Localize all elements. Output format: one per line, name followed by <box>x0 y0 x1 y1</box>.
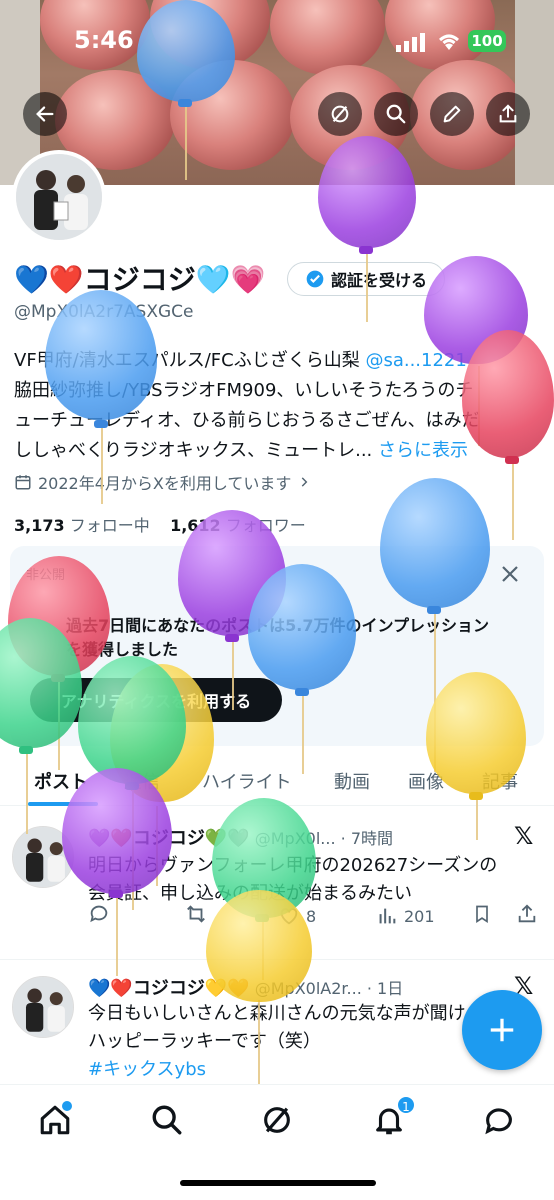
bio-line: 脇田紗弥推し/YBSラジオFM909、いしいそうたろうのチ <box>14 380 474 401</box>
analytics-card: 非公開 過去7日間にあなたのポストは5.7万件のインプレッション を獲得しました… <box>10 546 544 746</box>
wifi-icon <box>436 30 462 56</box>
tab-articles[interactable]: 記事 <box>482 768 518 794</box>
tweet-author-name[interactable]: 💜❤️コジコジ💚🩶 <box>88 828 250 849</box>
views-button[interactable]: 201 <box>376 905 435 927</box>
tweet-header: 💜❤️コジコジ💚🩶 @MpX0l... · 7時間 <box>88 824 393 850</box>
profile-display-name: 💙❤️コジコジ🩵💗 <box>14 263 266 296</box>
get-verified-button[interactable]: 認証を受ける <box>287 262 445 296</box>
tab-videos[interactable]: 動画 <box>334 768 370 794</box>
verified-badge-icon <box>306 270 324 288</box>
status-bar: 5:46 100 <box>0 0 554 80</box>
tweet-meta: @MpX0l... · 7時間 <box>254 829 393 848</box>
edit-button[interactable] <box>430 92 474 136</box>
bio-line: ししゃべくりラジオキックス、ミュートレ... さらに表示 <box>14 440 468 461</box>
back-button[interactable] <box>23 92 67 136</box>
joined-date[interactable]: 2022年4月からXを利用しています <box>14 470 311 494</box>
tweet-avatar[interactable] <box>12 976 74 1038</box>
joined-label: 2022年4月からXを利用しています <box>38 474 292 493</box>
grok-icon <box>264 1107 290 1133</box>
view-count: 201 <box>404 906 435 926</box>
nav-search[interactable] <box>150 1103 184 1141</box>
home-unread-dot <box>62 1101 72 1111</box>
search-icon <box>386 104 406 124</box>
repost-button[interactable] <box>184 903 208 929</box>
chevron-right-icon <box>302 477 308 487</box>
profile-handle: @MpX0lA2r7ASXGCe <box>14 302 194 322</box>
share-button[interactable] <box>486 92 530 136</box>
analytics-close-button[interactable] <box>498 562 522 590</box>
tab-replies[interactable]: 返信 <box>124 768 160 794</box>
tab-posts[interactable]: ポスト <box>34 768 88 794</box>
grok-button[interactable] <box>318 92 362 136</box>
like-button[interactable]: 8 <box>278 905 316 927</box>
search-icon <box>152 1105 182 1135</box>
analytics-button[interactable]: アナリティクスを利用する <box>30 678 282 722</box>
show-more-link[interactable]: さらに表示 <box>378 440 468 461</box>
close-icon <box>502 566 518 582</box>
bio-mention-link[interactable]: @sa...1221 <box>365 350 466 371</box>
signal-icon <box>396 32 426 56</box>
tab-media[interactable]: 画像 <box>408 768 444 794</box>
bio-line: ューチューレディオ、ひる前らじおうるさごぜん、はみだ <box>14 410 480 431</box>
private-label: 非公開 <box>26 568 66 583</box>
analytics-text: 過去7日間にあなたのポストは5.7万件のインプレッション を獲得しました <box>66 616 489 659</box>
nav-grok[interactable] <box>260 1103 294 1141</box>
tweet-share-button[interactable] <box>516 903 538 929</box>
notifications-badge: 1 <box>396 1095 416 1115</box>
repost-icon <box>187 905 205 923</box>
following-link[interactable]: 3,173 フォロー中 <box>14 516 150 535</box>
profile-avatar[interactable] <box>12 150 106 244</box>
compose-post-button[interactable] <box>462 990 542 1070</box>
bookmark-icon <box>476 905 488 924</box>
pencil-icon <box>443 105 461 123</box>
share-icon <box>499 104 517 123</box>
views-icon <box>379 908 396 924</box>
x-logo-icon: 𝕏 <box>514 822 534 850</box>
like-count: 8 <box>306 906 317 926</box>
home-indicator <box>180 1180 376 1186</box>
profile-tabs: ポスト 返信 ハイライト 動画 画像 記事 <box>0 760 554 806</box>
followers-link[interactable]: 1,612 フォロワー <box>170 516 306 535</box>
bookmark-button[interactable] <box>472 903 492 929</box>
get-verified-label: 認証を受ける <box>330 271 427 290</box>
status-time: 5:46 <box>74 26 134 54</box>
nav-notifications[interactable]: 1 <box>372 1095 416 1141</box>
tweet-avatar[interactable] <box>12 826 74 888</box>
tweet[interactable]: 💜❤️コジコジ💚🩶 @MpX0l... · 7時間 𝕏 明日からヴァンフォーレ甲… <box>0 808 554 960</box>
plus-icon <box>490 1018 514 1042</box>
profile-bio: VF甲府/清水エスパルス/FCふじざくら山梨 @sa...1221 脇田紗弥推し… <box>14 346 540 466</box>
tweet-meta: @MpX0lA2r... · 1日 <box>254 979 404 998</box>
battery-indicator: 100 <box>468 30 506 52</box>
calendar-icon <box>15 475 31 490</box>
tweet-text: 明日からヴァンフォーレ甲府の202627シーズンの 会員証、申し込みの配送が始ま… <box>88 855 498 904</box>
arrow-left-icon <box>36 106 54 122</box>
reply-icon <box>90 905 108 923</box>
tab-highlights[interactable]: ハイライト <box>202 768 292 794</box>
tweet-header: 💙❤️コジコジ💛🧡 @MpX0lA2r... · 1日 <box>88 974 403 1000</box>
grok-icon <box>331 105 349 123</box>
avatar-photo <box>16 154 102 240</box>
follow-stats: 3,173 フォロー中 1,612 フォロワー <box>14 512 306 536</box>
heart-icon <box>280 908 298 925</box>
nav-home[interactable] <box>38 1101 72 1141</box>
avatar-photo <box>13 977 73 1037</box>
search-button[interactable] <box>374 92 418 136</box>
share-icon <box>518 904 536 923</box>
tweet-author-name[interactable]: 💙❤️コジコジ💛🧡 <box>88 978 250 999</box>
message-icon <box>485 1108 512 1135</box>
active-tab-indicator <box>28 802 98 806</box>
bio-line: VF甲府/清水エスパルス/FCふじざくら山梨 @sa...1221 <box>14 350 467 371</box>
reply-button[interactable] <box>88 903 110 929</box>
nav-messages[interactable] <box>482 1103 516 1141</box>
avatar-photo <box>13 827 73 887</box>
